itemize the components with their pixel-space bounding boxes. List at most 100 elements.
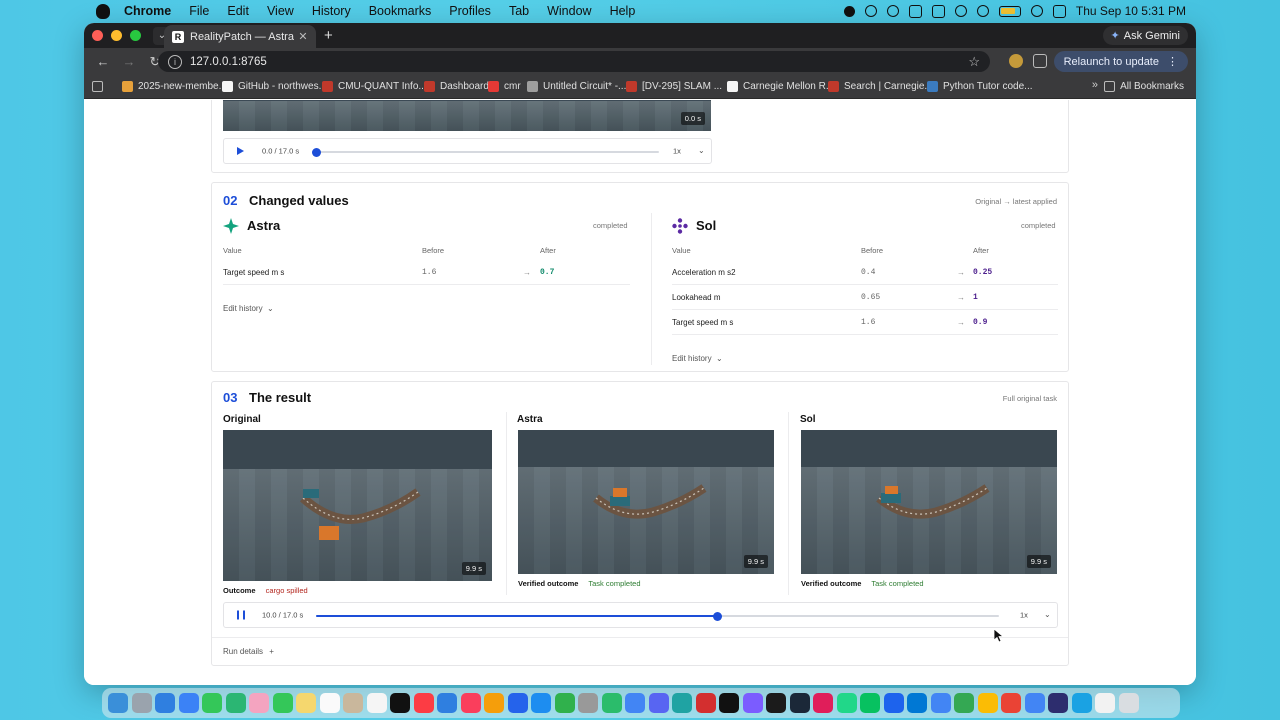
screenshot-icon[interactable] — [908, 4, 922, 18]
finder-icon[interactable] — [108, 693, 128, 713]
vscode-icon[interactable] — [907, 693, 927, 713]
launchpad-icon[interactable] — [131, 693, 152, 713]
gamepad-icon[interactable] — [886, 5, 899, 17]
extensions-puzzle-icon[interactable] — [1033, 54, 1047, 68]
bookmark-item[interactable]: 2025-new-membe... — [122, 81, 227, 92]
numbers-icon[interactable] — [554, 693, 575, 713]
whatsapp-icon[interactable] — [601, 693, 622, 713]
address-bar[interactable]: i 127.0.0.1:8765 ☆ — [158, 51, 990, 72]
seek-bar[interactable] — [316, 611, 999, 621]
close-window-button[interactable] — [92, 30, 103, 41]
bookmark-item[interactable]: Untitled Circuit* -... — [527, 81, 626, 92]
calendar-icon[interactable] — [319, 693, 340, 713]
play-icon[interactable] — [237, 147, 244, 155]
xcode-icon[interactable] — [507, 693, 528, 713]
keynote-icon[interactable] — [437, 693, 457, 713]
menu-view[interactable]: View — [267, 4, 294, 18]
zoom-window-button[interactable] — [130, 30, 141, 41]
kebab-menu-icon[interactable]: ⋮ — [1167, 55, 1178, 68]
menu-profiles[interactable]: Profiles — [449, 4, 491, 18]
edit-history-toggle[interactable]: Edit history ⌄ — [223, 304, 274, 313]
seek-handle[interactable] — [311, 147, 321, 157]
safari-icon[interactable] — [155, 693, 175, 713]
menu-file[interactable]: File — [189, 4, 209, 18]
notes-icon[interactable] — [931, 4, 945, 18]
news-icon[interactable] — [413, 693, 434, 713]
menu-tab[interactable]: Tab — [509, 4, 529, 18]
apps-grid-icon[interactable] — [92, 81, 103, 92]
wechat-icon[interactable] — [860, 693, 880, 713]
bookmark-star-icon[interactable]: ☆ — [968, 54, 980, 70]
app-store-icon[interactable] — [531, 693, 551, 713]
speed-select[interactable]: 1x — [1020, 611, 1028, 620]
wifi-icon[interactable] — [1030, 5, 1043, 17]
chrome-profile-icon[interactable] — [954, 693, 974, 713]
menu-window[interactable]: Window — [547, 4, 591, 18]
minimize-window-button[interactable] — [111, 30, 122, 41]
notion-icon[interactable] — [742, 693, 763, 713]
bookmark-item[interactable]: GitHub - northwes... — [222, 81, 327, 92]
slack-icon[interactable] — [813, 693, 833, 713]
site-info-icon[interactable]: i — [168, 54, 182, 69]
music-icon[interactable] — [460, 693, 481, 713]
bookmark-item[interactable]: Carnegie Mellon R... — [727, 81, 834, 92]
app-icon[interactable] — [1048, 693, 1068, 713]
menubar-clock[interactable]: Thu Sep 10 5:31 PM — [1076, 4, 1186, 18]
record-icon[interactable] — [843, 5, 855, 17]
trash-icon[interactable] — [1118, 693, 1139, 713]
menu-help[interactable]: Help — [610, 4, 636, 18]
menu-bookmarks[interactable]: Bookmarks — [369, 4, 432, 18]
close-tab-icon[interactable]: ✕ — [296, 30, 310, 43]
freeform-icon[interactable] — [672, 693, 692, 713]
x-icon[interactable] — [719, 693, 739, 713]
relaunch-to-update-button[interactable]: Relaunch to update ⋮ — [1053, 51, 1188, 72]
chevron-down-icon[interactable]: ⌄ — [1044, 610, 1051, 619]
contacts-icon[interactable] — [343, 693, 363, 713]
edit-history-toggle[interactable]: Edit history ⌄ — [672, 354, 723, 363]
app-icon[interactable] — [1071, 693, 1092, 713]
back-icon[interactable]: ← — [96, 54, 110, 69]
run-details-toggle[interactable]: Run details + — [223, 647, 274, 656]
discord-icon[interactable] — [648, 693, 669, 713]
all-bookmarks-button[interactable]: All Bookmarks — [1104, 81, 1184, 92]
chrome-profile-icon[interactable] — [1001, 693, 1021, 713]
extension-icon-1[interactable] — [1009, 54, 1023, 68]
seek-bar[interactable] — [311, 147, 659, 157]
astra-result-viewer[interactable]: 9.9 s — [518, 430, 774, 574]
sol-result-viewer[interactable]: 9.9 s — [801, 430, 1057, 574]
tab-realitypatch[interactable]: R RealityPatch — Astra and Sol ✕ — [164, 25, 316, 48]
bookmark-item[interactable]: Python Tutor code... — [927, 81, 1033, 92]
battery-icon[interactable] — [998, 5, 1021, 17]
sync-icon[interactable] — [864, 5, 877, 17]
chevron-down-icon[interactable]: ⌄ — [698, 146, 705, 155]
pycharm-icon[interactable] — [836, 693, 857, 713]
new-tab-icon[interactable]: + — [324, 27, 333, 44]
system-settings-icon[interactable] — [578, 693, 598, 713]
chrome-icon[interactable] — [625, 693, 645, 713]
chrome-app-icon[interactable] — [930, 693, 951, 713]
chrome-profile-icon[interactable] — [977, 693, 998, 713]
photos-icon[interactable] — [249, 693, 269, 713]
bookmark-item[interactable]: CMU-QUANT Info... — [322, 81, 427, 92]
forward-icon[interactable]: → — [122, 54, 136, 69]
bookmark-item[interactable]: Dashboard — [424, 81, 489, 92]
pages-icon[interactable] — [484, 693, 504, 713]
docker-icon[interactable] — [883, 693, 904, 713]
notes-app-icon[interactable] — [296, 693, 316, 713]
bookmark-item[interactable]: cmr — [488, 81, 521, 92]
acrobat-icon[interactable] — [695, 693, 716, 713]
maps-icon[interactable] — [225, 693, 246, 713]
steam-icon[interactable] — [789, 693, 810, 713]
menu-history[interactable]: History — [312, 4, 351, 18]
original-result-viewer[interactable]: 9.9 s — [223, 430, 492, 581]
bookmark-item[interactable]: Search | Carnegie... — [828, 81, 933, 92]
tv-icon[interactable] — [390, 693, 410, 713]
chrome-profile-icon[interactable] — [1024, 693, 1045, 713]
bookmarks-overflow-icon[interactable]: » — [1092, 79, 1098, 91]
terminal-icon[interactable] — [766, 693, 786, 713]
play-icon[interactable] — [954, 5, 967, 17]
url-text[interactable]: 127.0.0.1:8765 — [190, 56, 267, 68]
control-center-icon[interactable] — [1052, 4, 1066, 18]
messages-icon[interactable] — [202, 693, 222, 713]
ask-gemini-button[interactable]: ✦ Ask Gemini — [1102, 26, 1188, 45]
